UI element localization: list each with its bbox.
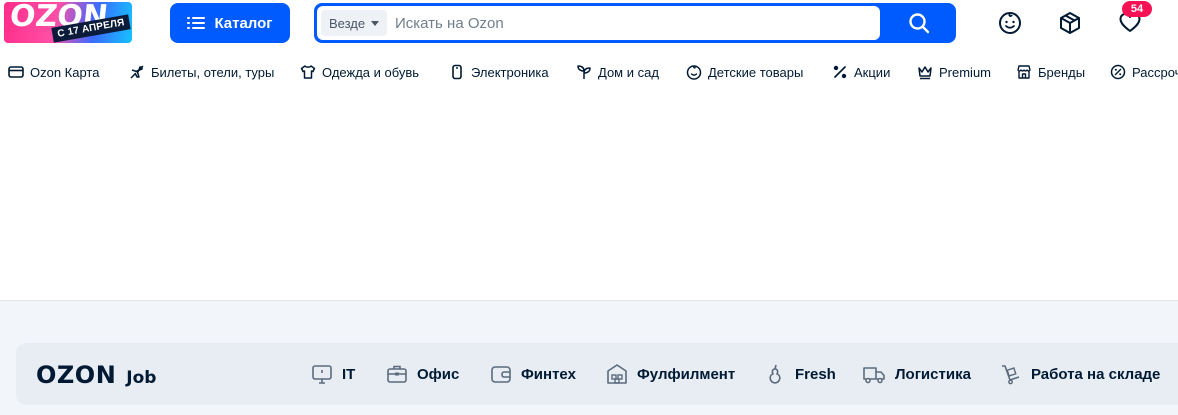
- job-category-label: IT: [342, 365, 356, 383]
- search-bar: Везде: [314, 3, 956, 43]
- job-category-label: Офис: [417, 365, 460, 383]
- search-scope-label: Везде: [329, 15, 366, 31]
- menu-icon: [187, 17, 206, 29]
- job-category-warehouse-work[interactable]: Работа на складе: [1000, 361, 1160, 387]
- nav-item-ozon-card[interactable]: Ozon Карта: [8, 62, 99, 82]
- nav-item-tickets[interactable]: Билеты, отели, туры: [129, 62, 274, 82]
- trolley-icon: [1002, 365, 1020, 385]
- card-icon: [8, 66, 24, 78]
- nav-item-label: Детские товары: [708, 64, 804, 80]
- nav-item-home-garden[interactable]: Дом и сад: [576, 62, 659, 82]
- nav-item-premium[interactable]: Premium: [917, 62, 991, 82]
- orders-button[interactable]: [1057, 10, 1083, 36]
- monitor-icon: [312, 365, 332, 384]
- category-nav: Ozon Карта Билеты, отели, туры Одежда и …: [0, 62, 1178, 82]
- plane-icon: [130, 65, 144, 79]
- nav-item-sales[interactable]: Акции: [832, 62, 890, 82]
- warehouse-icon: [607, 364, 627, 384]
- truck-icon: [863, 367, 885, 384]
- tshirt-icon: [300, 65, 316, 79]
- box-icon: [1060, 12, 1080, 34]
- wallet-icon: [491, 366, 511, 383]
- search-icon: [908, 13, 929, 34]
- pear-icon: [769, 364, 781, 384]
- job-category-fintech[interactable]: Финтех: [490, 361, 576, 387]
- search-scope-select[interactable]: Везде: [321, 10, 387, 36]
- plant-icon: [577, 65, 591, 79]
- nav-item-electronics[interactable]: Электроника: [449, 62, 549, 82]
- job-category-label: Работа на складе: [1031, 365, 1161, 383]
- crown-icon: [918, 66, 932, 80]
- baby-face-icon: [999, 12, 1021, 34]
- nav-item-kids[interactable]: Детские товары: [686, 62, 803, 82]
- baby-icon: [686, 65, 702, 80]
- job-category-office[interactable]: Офис: [386, 361, 459, 387]
- nav-item-clothes[interactable]: Одежда и обувь: [300, 62, 419, 82]
- job-logo-word: Job: [126, 368, 157, 388]
- catalog-button[interactable]: Каталог: [170, 3, 290, 43]
- nav-item-label: Ozon Карта: [30, 64, 100, 80]
- search-field-wrapper: Везде: [317, 6, 880, 40]
- catalog-label: Каталог: [214, 14, 273, 32]
- job-category-fulfillment[interactable]: Фулфилмент: [606, 361, 735, 387]
- nav-item-brands[interactable]: Бренды: [1016, 62, 1085, 82]
- search-input[interactable]: [395, 10, 865, 36]
- job-logo-text: OZON: [36, 361, 117, 389]
- briefcase-icon: [387, 365, 407, 383]
- kids-profile-button[interactable]: [997, 10, 1023, 36]
- chevron-down-icon: [371, 20, 380, 26]
- job-category-fresh[interactable]: Fresh: [764, 361, 836, 387]
- installment-icon: [1110, 64, 1126, 80]
- header: OZON С 17 АПРЕЛЯ Каталог Везде Искать на…: [0, 0, 1178, 48]
- nav-item-label: Одежда и обувь: [322, 64, 420, 80]
- nav-item-label: Бренды: [1038, 64, 1086, 80]
- job-category-label: Логистика: [895, 365, 971, 383]
- search-button[interactable]: [881, 3, 956, 43]
- job-category-logistics[interactable]: Логистика: [862, 361, 971, 387]
- job-category-label: Финтех: [521, 365, 576, 383]
- nav-item-label: Дом и сад: [598, 64, 659, 80]
- store-icon: [1017, 65, 1031, 79]
- nav-item-label: Билеты, отели, туры: [151, 64, 275, 80]
- phone-icon: [452, 64, 462, 80]
- favorites-count-badge: 54: [1122, 1, 1152, 17]
- percent-icon: [833, 65, 847, 79]
- nav-item-label: Рассроч: [1132, 64, 1178, 80]
- nav-item-label: Акции: [854, 64, 891, 80]
- ozon-logo[interactable]: OZON С 17 АПРЕЛЯ: [4, 2, 132, 43]
- nav-item-label: Электроника: [471, 64, 549, 80]
- job-category-label: Fresh: [795, 365, 836, 383]
- job-category-label: Фулфилмент: [637, 365, 736, 383]
- job-category-it[interactable]: IT: [311, 361, 355, 387]
- nav-item-label: Premium: [939, 64, 992, 80]
- nav-item-installment[interactable]: Рассроч: [1110, 62, 1178, 82]
- ozon-job-logo[interactable]: OZON Job: [36, 361, 156, 389]
